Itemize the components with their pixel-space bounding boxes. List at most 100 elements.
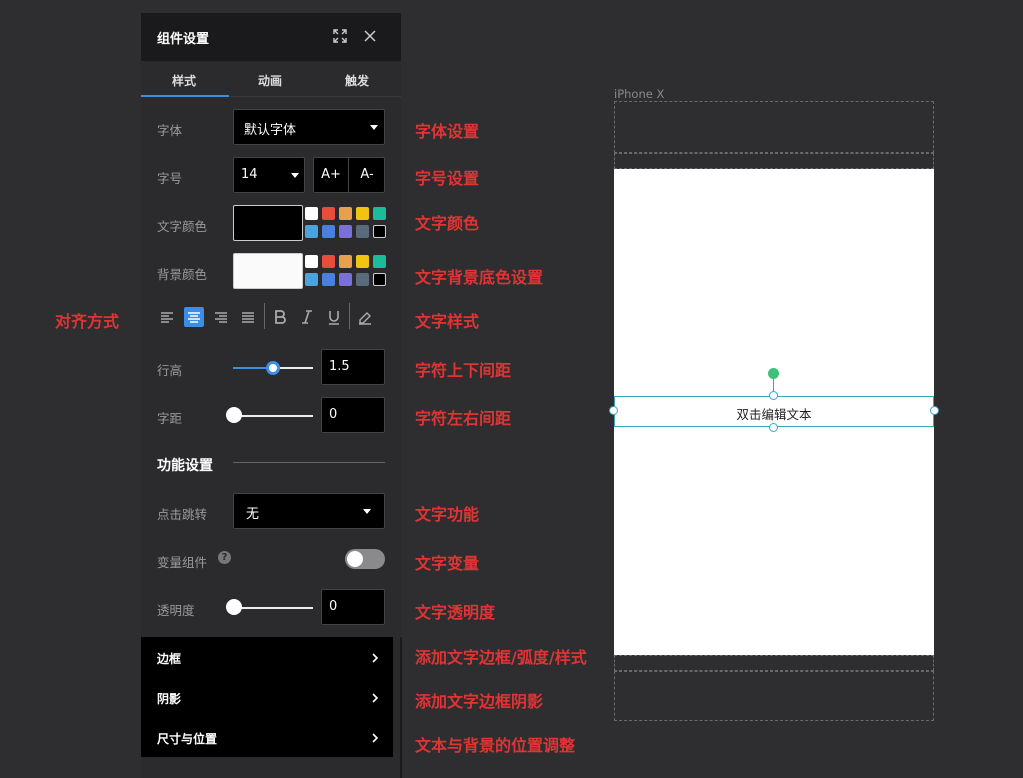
annotation-border: 添加文字边框/弧度/样式 [415,648,587,667]
color-swatch[interactable] [356,255,369,268]
opacity-slider-handle[interactable] [226,599,242,615]
increase-font-button[interactable]: A+ [314,158,349,192]
click-jump-label: 点击跳转 [157,507,208,522]
color-swatch[interactable] [339,255,352,268]
color-swatch[interactable] [356,225,369,238]
font-label: 字体 [157,123,183,138]
close-icon[interactable] [361,27,379,45]
letter-spacing-input[interactable]: 0 [321,397,385,433]
header-safe-area [614,101,934,153]
font-select-value: 默认字体 [244,123,297,138]
opacity-track[interactable] [233,607,313,609]
line-height-slider-handle[interactable] [266,361,280,375]
bg-color-label: 背景颜色 [157,267,208,282]
shadow-section[interactable]: 阴影 [141,677,393,717]
align-left-icon[interactable] [157,307,177,327]
click-jump-select[interactable]: 无 [233,493,385,529]
rotate-handle[interactable] [768,368,779,379]
chevron-down-icon [363,509,371,514]
chevron-down-icon [370,125,378,130]
annotation-bg-color: 文字背景底色设置 [415,268,544,287]
underline-icon[interactable] [324,307,344,327]
color-swatch[interactable] [339,273,352,286]
color-swatch[interactable] [373,255,386,268]
expand-icon[interactable] [331,27,349,45]
font-size-stepper: A+ A- [313,157,385,193]
size-position-section[interactable]: 尺寸与位置 [141,717,393,757]
help-icon[interactable]: ? [218,551,231,564]
opacity-value: 0 [329,599,338,614]
annotation-shadow: 添加文字边框阴影 [415,692,544,711]
function-section-title: 功能设置 [157,458,213,474]
color-swatch[interactable] [305,207,318,220]
annotation-font: 字体设置 [415,122,480,141]
align-justify-icon[interactable] [238,307,258,327]
panel-title: 组件设置 [157,32,210,47]
font-select[interactable]: 默认字体 [233,109,385,145]
chevron-right-icon [369,730,381,744]
resize-handle-top[interactable] [769,391,778,400]
resize-handle-left[interactable] [609,406,618,415]
letter-spacing-value: 0 [329,407,338,422]
component-settings-panel: 组件设置 样式 动画 触发 字体 默认字体 字号 14 A+ A- 文字颜色 背 [141,13,402,778]
size-position-section-label: 尺寸与位置 [157,732,218,746]
tab-bar: 样式 动画 触发 [141,61,401,97]
tab-style[interactable]: 样式 [172,72,196,89]
letter-spacing-track[interactable] [233,415,313,417]
bold-icon[interactable] [270,307,290,327]
color-swatch[interactable] [356,207,369,220]
eraser-icon[interactable] [355,307,375,327]
color-swatch[interactable] [373,207,386,220]
font-size-value: 14 [241,167,258,182]
color-swatch[interactable] [305,273,318,286]
annotation-variable: 文字变量 [415,554,480,573]
annotation-line-height: 字符上下间距 [415,361,512,380]
toolbar-divider [264,303,265,329]
letter-spacing-slider-handle[interactable] [226,407,242,423]
color-swatch[interactable] [322,207,335,220]
annotation-text-style: 文字样式 [415,312,480,331]
resize-handle-bottom[interactable] [769,423,778,432]
font-size-select[interactable]: 14 [233,157,305,193]
annotation-opacity: 文字透明度 [415,603,496,622]
align-center-icon[interactable] [184,307,204,327]
opacity-input[interactable]: 0 [321,589,385,625]
color-swatch[interactable] [339,207,352,220]
color-swatch[interactable] [373,273,386,286]
color-swatch[interactable] [322,225,335,238]
annotation-size-position: 文本与背景的位置调整 [415,736,576,755]
italic-icon[interactable] [297,307,317,327]
annotation-align: 对齐方式 [55,312,120,331]
color-swatch[interactable] [339,225,352,238]
text-color-picker[interactable] [233,205,303,241]
chevron-down-icon [291,173,299,178]
resize-handle-right[interactable] [930,406,939,415]
toggle-knob [347,551,363,567]
decrease-font-button[interactable]: A- [350,158,384,192]
annotation-size: 字号设置 [415,169,480,188]
color-swatch[interactable] [305,225,318,238]
device-label: iPhone X [614,87,665,101]
color-swatch[interactable] [373,225,386,238]
shadow-section-label: 阴影 [157,692,182,706]
variable-toggle[interactable] [345,549,385,569]
text-color-label: 文字颜色 [157,219,208,234]
panel-scrollbar[interactable] [400,637,402,778]
line-height-input[interactable]: 1.5 [321,349,385,385]
line-height-label: 行高 [157,363,183,378]
border-section-label: 边框 [157,652,182,666]
color-swatch[interactable] [305,255,318,268]
font-size-label: 字号 [157,171,183,186]
status-safe-area [614,153,934,169]
bg-color-picker[interactable] [233,253,303,289]
tab-animation[interactable]: 动画 [258,72,282,89]
toolbar-divider [349,303,350,329]
text-component-content: 双击编辑文本 [736,407,812,422]
align-right-icon[interactable] [211,307,231,327]
border-section[interactable]: 边框 [141,637,393,677]
section-divider [233,462,385,463]
color-swatch[interactable] [322,273,335,286]
color-swatch[interactable] [356,273,369,286]
color-swatch[interactable] [322,255,335,268]
tab-trigger[interactable]: 触发 [345,72,369,89]
